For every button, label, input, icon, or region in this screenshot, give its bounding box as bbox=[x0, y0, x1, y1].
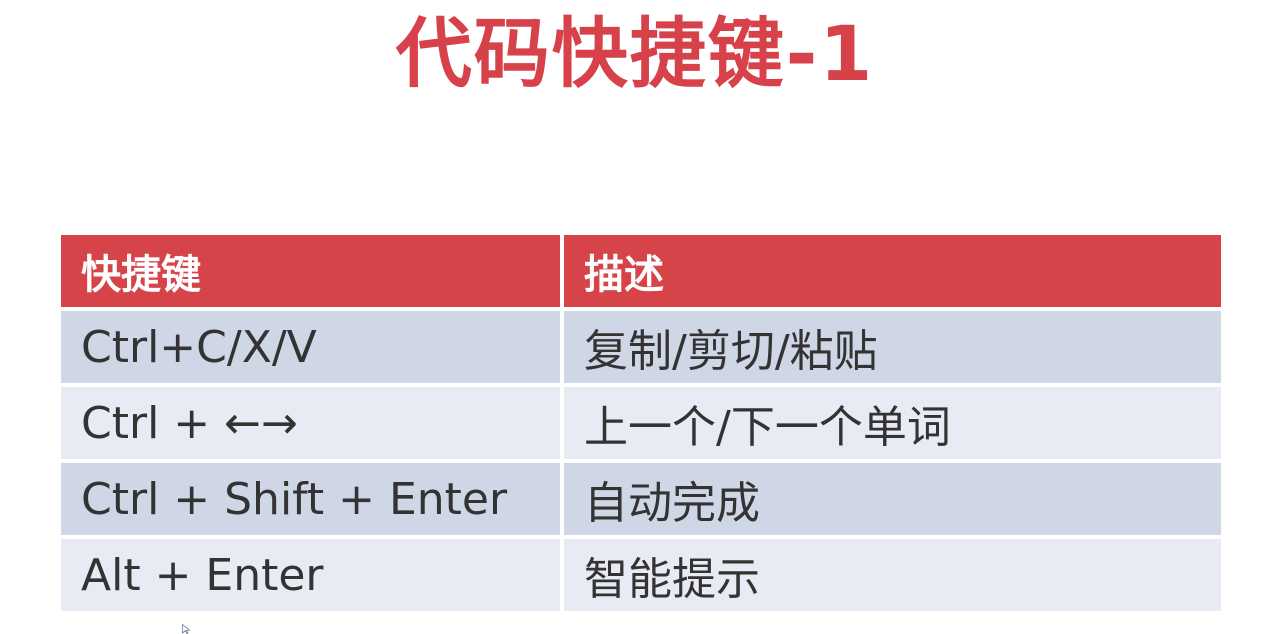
description-cell: 上一个/下一个单词 bbox=[564, 387, 1221, 459]
shortcut-cell: Ctrl + ←→ bbox=[61, 387, 560, 459]
mouse-pointer-icon bbox=[182, 624, 190, 634]
table-row: Ctrl + Shift + Enter 自动完成 bbox=[61, 463, 1221, 535]
header-description: 描述 bbox=[564, 235, 1221, 307]
table-row: Ctrl+C/X/V 复制/剪切/粘贴 bbox=[61, 311, 1221, 383]
table-header-row: 快捷键 描述 bbox=[61, 235, 1221, 307]
shortcut-table: 快捷键 描述 Ctrl+C/X/V 复制/剪切/粘贴 Ctrl + ←→ 上一个… bbox=[61, 235, 1221, 611]
shortcut-cell: Ctrl+C/X/V bbox=[61, 311, 560, 383]
table-row: Alt + Enter 智能提示 bbox=[61, 539, 1221, 611]
shortcut-cell: Alt + Enter bbox=[61, 539, 560, 611]
shortcut-cell: Ctrl + Shift + Enter bbox=[61, 463, 560, 535]
slide: 代码快捷键-1 快捷键 描述 Ctrl+C/X/V 复制/剪切/粘贴 Ctrl … bbox=[0, 0, 1270, 634]
header-shortcut: 快捷键 bbox=[61, 235, 560, 307]
description-cell: 复制/剪切/粘贴 bbox=[564, 311, 1221, 383]
table-row: Ctrl + ←→ 上一个/下一个单词 bbox=[61, 387, 1221, 459]
description-cell: 自动完成 bbox=[564, 463, 1221, 535]
page-title: 代码快捷键-1 bbox=[395, 9, 875, 98]
description-cell: 智能提示 bbox=[564, 539, 1221, 611]
